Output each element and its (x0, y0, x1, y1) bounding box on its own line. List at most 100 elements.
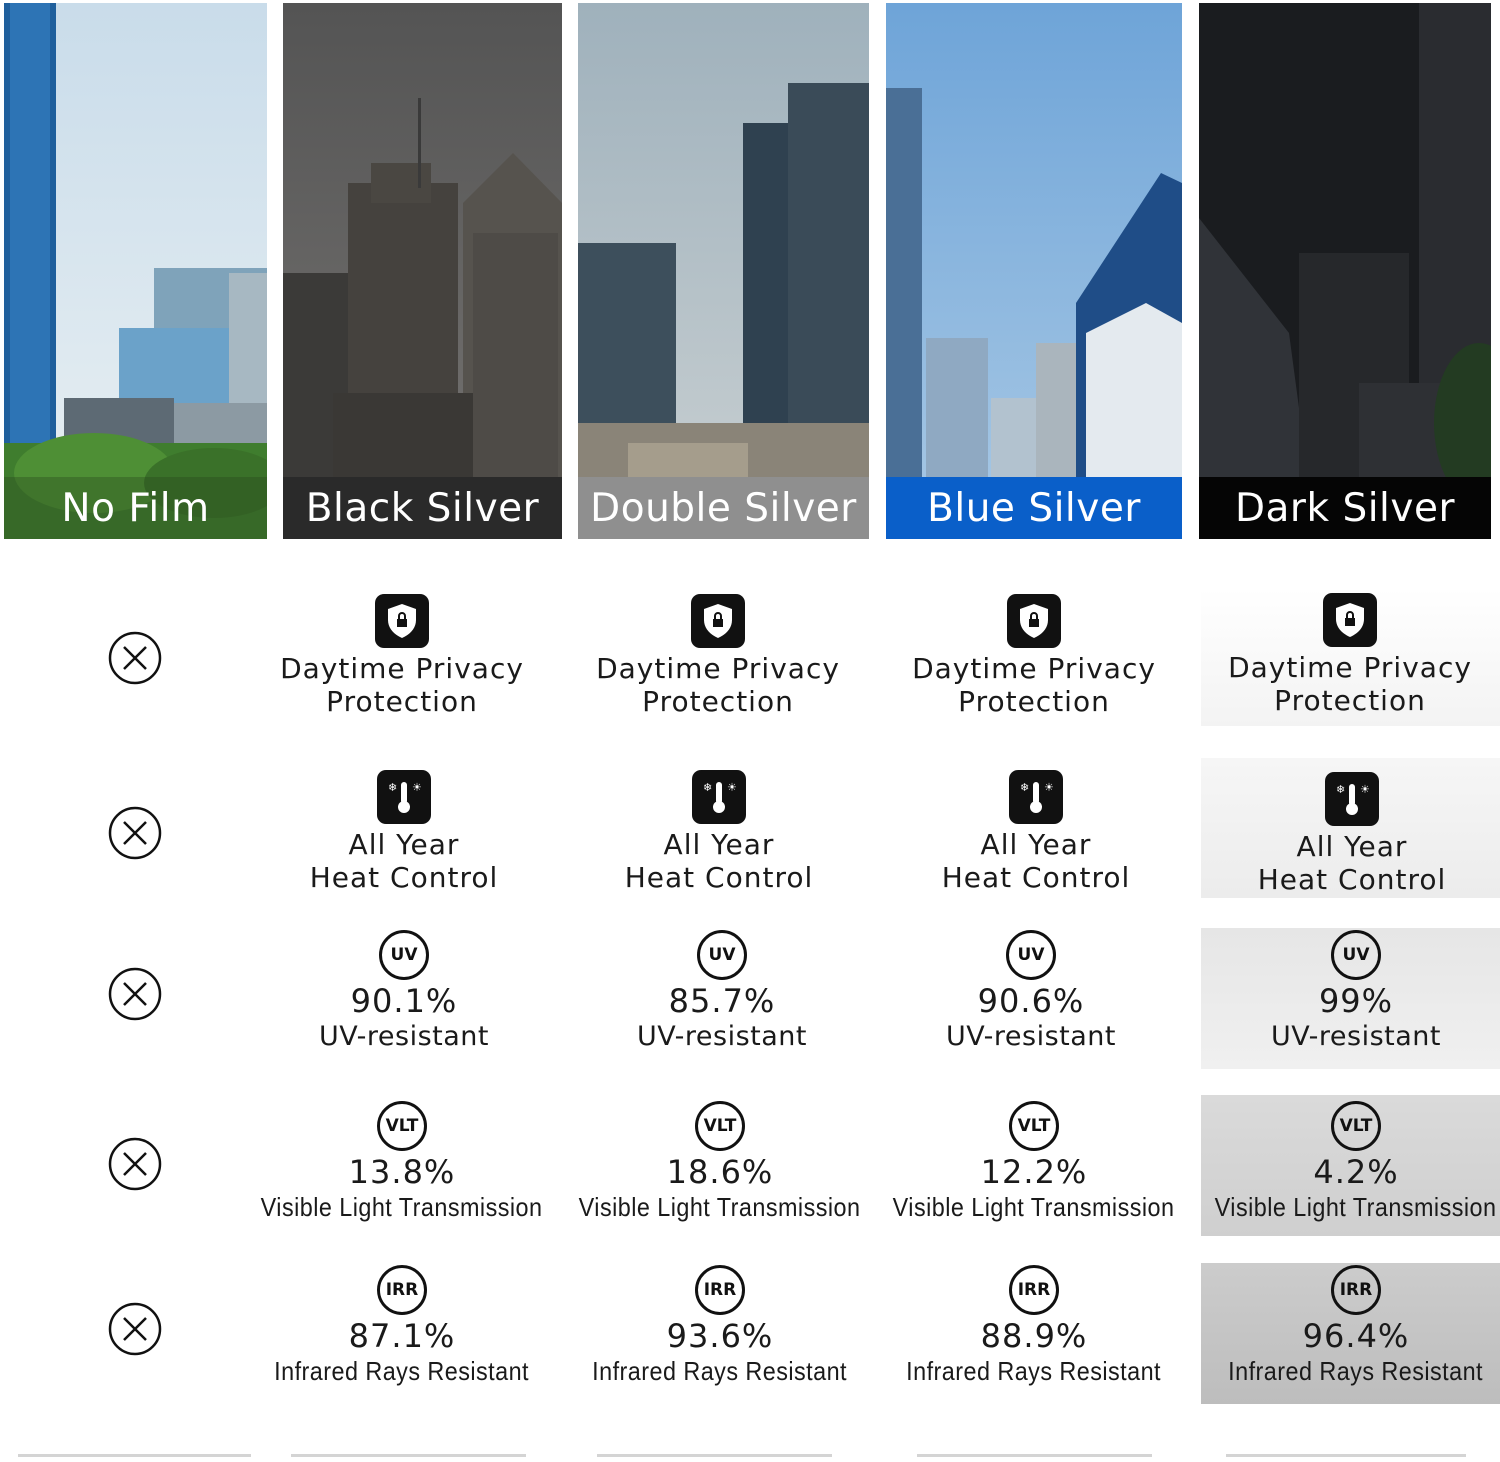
vlt-label: Visible Light Transmission (1215, 1192, 1497, 1222)
vlt-cell: VLT 4.2% Visible Light Transmission (1215, 1101, 1497, 1224)
uv-icon: UV (379, 930, 429, 980)
thermometer-icon: ❄ ☀ (1009, 770, 1063, 824)
dark-silver-photo: Dark Silver (1199, 3, 1491, 539)
film-name-band: Black Silver (283, 477, 562, 539)
svg-text:☀: ☀ (1044, 781, 1054, 794)
film-name: Dark Silver (1235, 485, 1455, 531)
vlt-value: 12.2% (980, 1153, 1088, 1191)
vlt-value: 18.6% (666, 1153, 774, 1191)
film-name: Black Silver (305, 485, 540, 531)
irr-icon: IRR (695, 1265, 745, 1315)
vlt-cell: VLT 13.8% Visible Light Transmission (261, 1101, 543, 1224)
uv-label: UV-resistant (1271, 1021, 1441, 1052)
divider (917, 1454, 1152, 1457)
divider (291, 1454, 526, 1457)
svg-text:❄: ❄ (388, 781, 397, 794)
heat-line2: Heat Control (309, 861, 499, 894)
no-film-photo: No Film (4, 3, 267, 539)
irr-cell: IRR 87.1% Infrared Rays Resistant (262, 1265, 542, 1388)
thermometer-icon: ❄ ☀ (377, 770, 431, 824)
heat-line1: All Year (1296, 830, 1408, 863)
irr-icon: IRR (377, 1265, 427, 1315)
vlt-value: 13.8% (348, 1153, 456, 1191)
uv-value: 99% (1318, 982, 1394, 1020)
x-circle-icon (108, 967, 162, 1021)
svg-text:❄: ❄ (1336, 783, 1345, 796)
blue-silver-photo: Blue Silver (886, 3, 1182, 539)
irr-value: 88.9% (980, 1317, 1088, 1355)
film-name-band: Double Silver (578, 477, 869, 539)
uv-icon: UV (1331, 930, 1381, 980)
svg-text:☀: ☀ (412, 781, 422, 794)
vlt-label: Visible Light Transmission (261, 1192, 543, 1222)
privacy-line1: Daytime Privacy (912, 652, 1156, 685)
vlt-cell: VLT 12.2% Visible Light Transmission (893, 1101, 1175, 1224)
heat-cell: ❄ ☀ All Year Heat Control (579, 770, 859, 894)
vlt-label: Visible Light Transmission (893, 1192, 1175, 1222)
irr-cell: IRR 96.4% Infrared Rays Resistant (1216, 1265, 1496, 1388)
heat-cell: ❄ ☀ All Year Heat Control (896, 770, 1176, 894)
x-circle-icon (108, 1137, 162, 1191)
irr-icon: IRR (1009, 1265, 1059, 1315)
uv-value: 85.7% (668, 982, 776, 1020)
irr-label: Infrared Rays Resistant (274, 1356, 530, 1386)
film-name-band: No Film (4, 477, 267, 539)
film-name-band: Dark Silver (1199, 477, 1491, 539)
vlt-icon: VLT (377, 1101, 427, 1151)
film-name-band: Blue Silver (886, 477, 1182, 539)
privacy-line1: Daytime Privacy (280, 652, 524, 685)
irr-cell: IRR 88.9% Infrared Rays Resistant (894, 1265, 1174, 1388)
x-circle-icon (108, 806, 162, 860)
svg-text:☀: ☀ (727, 781, 737, 794)
column-double-silver: Double Silver (578, 0, 869, 1462)
vlt-cell: VLT 18.6% Visible Light Transmission (579, 1101, 861, 1224)
privacy-line1: Daytime Privacy (1228, 651, 1472, 684)
privacy-line2: Protection (1274, 684, 1426, 717)
heat-line1: All Year (980, 828, 1092, 861)
svg-text:❄: ❄ (1020, 781, 1029, 794)
vlt-icon: VLT (695, 1101, 745, 1151)
uv-cell: UV 85.7% UV-resistant (582, 930, 862, 1053)
uv-label: UV-resistant (319, 1021, 489, 1052)
irr-label: Infrared Rays Resistant (906, 1356, 1162, 1386)
svg-text:❄: ❄ (703, 781, 712, 794)
irr-label: Infrared Rays Resistant (592, 1356, 848, 1386)
uv-value: 90.6% (977, 982, 1085, 1020)
svg-text:☀: ☀ (1360, 783, 1370, 796)
irr-value: 87.1% (348, 1317, 456, 1355)
film-name: Double Silver (590, 485, 857, 531)
privacy-line2: Protection (958, 685, 1110, 718)
film-name: Blue Silver (927, 485, 1141, 531)
thermometer-icon: ❄ ☀ (692, 770, 746, 824)
shield-lock-icon (375, 594, 429, 648)
irr-value: 96.4% (1302, 1317, 1410, 1355)
shield-lock-icon (1007, 594, 1061, 648)
double-silver-photo: Double Silver (578, 3, 869, 539)
column-black-silver: Black Silver (283, 0, 562, 1462)
x-circle-icon (108, 631, 162, 685)
uv-icon: UV (697, 930, 747, 980)
uv-label: UV-resistant (637, 1021, 807, 1052)
divider (1226, 1454, 1466, 1457)
heat-cell: ❄ ☀ All Year Heat Control (264, 770, 544, 894)
column-dark-silver: Dark Silver (1199, 0, 1491, 1462)
irr-label: Infrared Rays Resistant (1228, 1356, 1484, 1386)
privacy-line1: Daytime Privacy (596, 652, 840, 685)
irr-value: 93.6% (666, 1317, 774, 1355)
privacy-line2: Protection (642, 685, 794, 718)
vlt-label: Visible Light Transmission (579, 1192, 861, 1222)
black-silver-photo: Black Silver (283, 3, 562, 539)
column-blue-silver: Blue Silver (886, 0, 1182, 1462)
vlt-icon: VLT (1009, 1101, 1059, 1151)
film-name: No Film (61, 485, 210, 531)
irr-cell: IRR 93.6% Infrared Rays Resistant (580, 1265, 860, 1388)
uv-label: UV-resistant (946, 1021, 1116, 1052)
divider (18, 1454, 251, 1457)
uv-icon: UV (1006, 930, 1056, 980)
privacy-cell: Daytime Privacy Protection (262, 594, 542, 718)
heat-line2: Heat Control (624, 861, 814, 894)
uv-cell: UV 90.1% UV-resistant (264, 930, 544, 1053)
shield-lock-icon (1323, 593, 1377, 647)
privacy-line2: Protection (326, 685, 478, 718)
uv-cell: UV 90.6% UV-resistant (891, 930, 1171, 1053)
